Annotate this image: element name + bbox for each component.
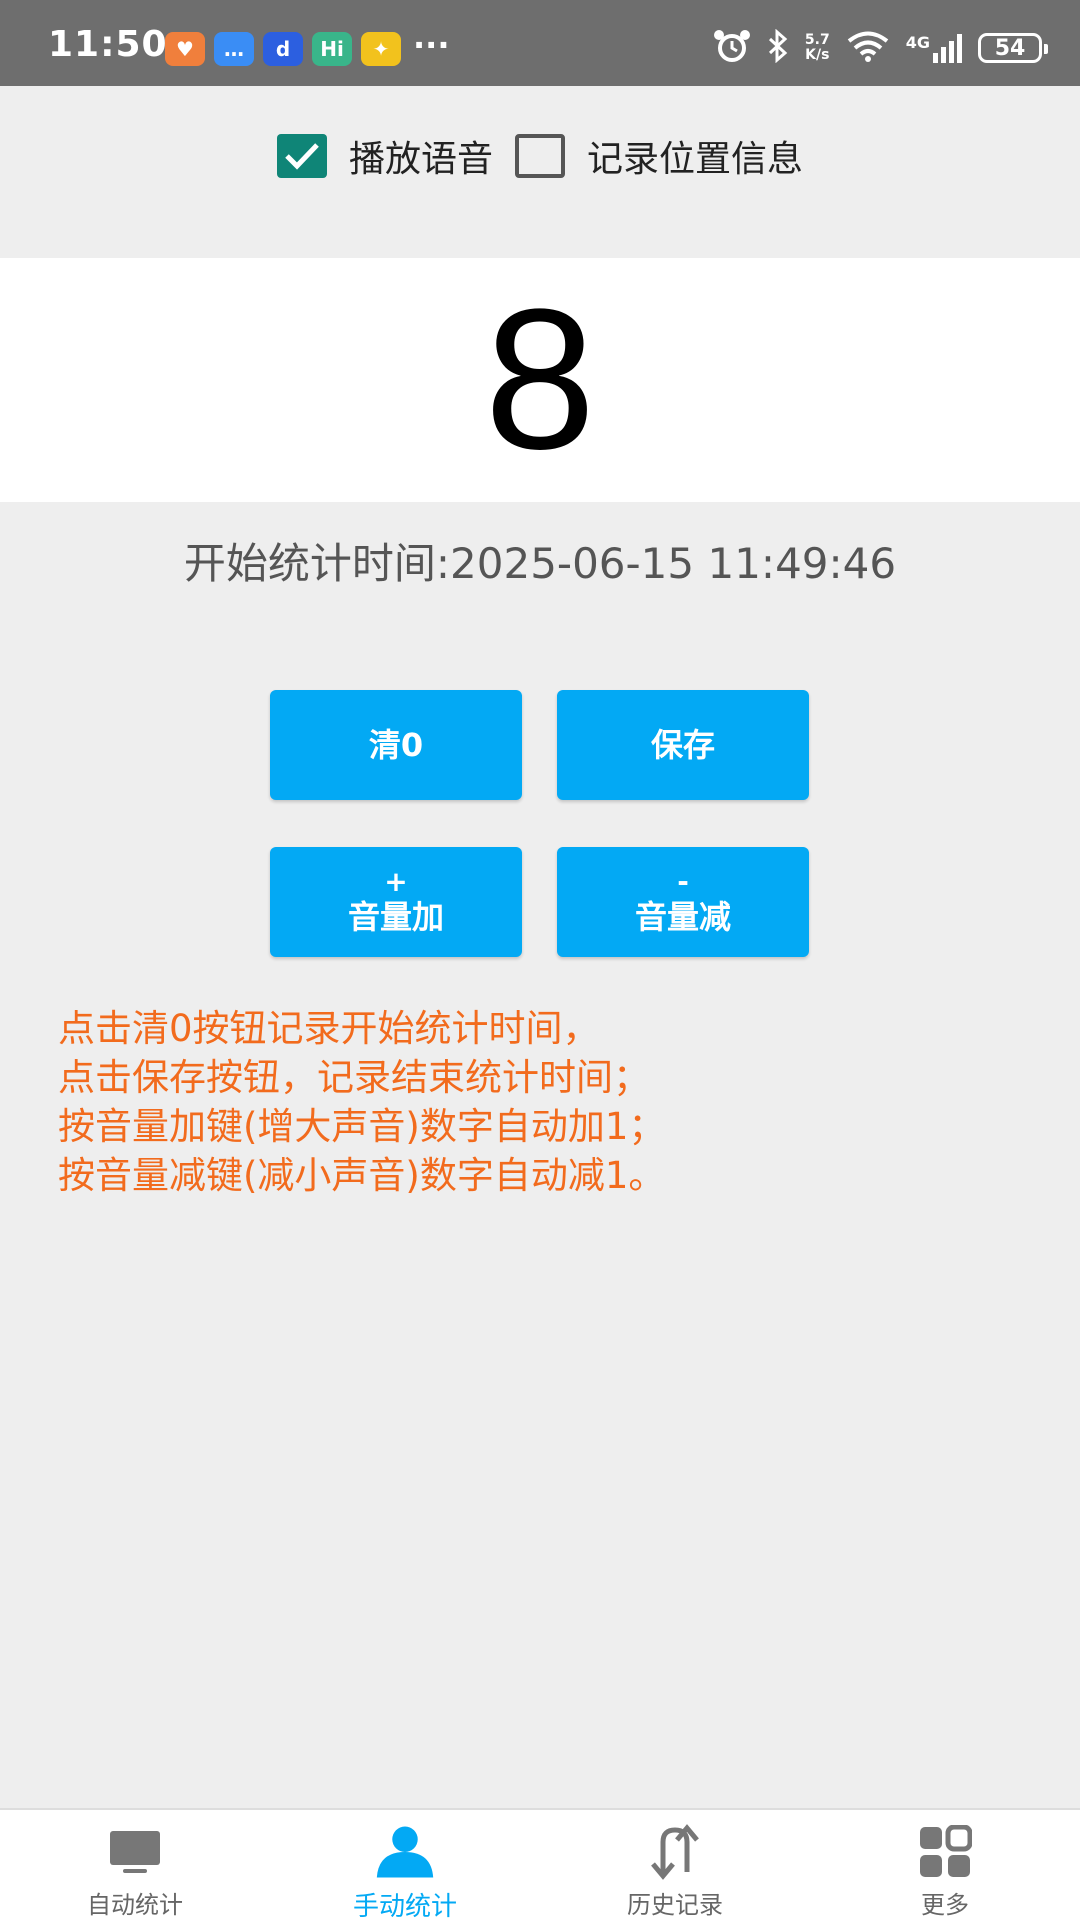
- status-time: 11:50: [48, 24, 168, 65]
- nav-history[interactable]: 历史记录: [540, 1810, 810, 1920]
- network-type: 4G: [905, 33, 930, 52]
- bunny-app-icon: ✦: [361, 32, 401, 66]
- battery-indicator: 54: [978, 33, 1048, 63]
- cell-signal: 4G: [906, 33, 962, 63]
- wifi-icon: [846, 29, 890, 67]
- signal-bars-icon: [933, 34, 962, 63]
- clear-button-label: 清0: [368, 726, 424, 764]
- instruction-line: 点击清0按钮记录开始统计时间，: [58, 1007, 600, 1050]
- record-location-checkbox[interactable]: [515, 134, 565, 178]
- plus-icon: +: [384, 865, 408, 898]
- d-app-icon: d: [263, 32, 303, 66]
- nav-auto-stats[interactable]: 自动统计: [0, 1810, 270, 1920]
- save-button[interactable]: 保存: [557, 690, 809, 800]
- nav-label: 手动统计: [352, 1892, 457, 1920]
- heart-app-icon: ♥: [165, 32, 205, 66]
- bluetooth-icon: [767, 28, 789, 67]
- instructions: 点击清0按钮记录开始统计时间， 点击保存按钮，记录结束统计时间； 按音量加键(增…: [58, 1004, 1038, 1200]
- net-speed-unit: K/s: [805, 47, 830, 63]
- hi-app-icon: Hi: [312, 32, 352, 66]
- volume-down-button[interactable]: - 音量减: [557, 847, 809, 957]
- volume-down-label: 音量减: [634, 898, 731, 936]
- play-voice-label: 播放语音: [348, 139, 493, 180]
- nav-label: 自动统计: [87, 1891, 183, 1919]
- nav-label: 历史记录: [627, 1891, 723, 1919]
- monitor-icon: [105, 1822, 165, 1881]
- options-row: 播放语音 记录位置信息: [0, 86, 1080, 258]
- net-speed: 5.7 K/s: [805, 33, 830, 63]
- play-voice-option[interactable]: 播放语音: [276, 130, 493, 182]
- record-location-label: 记录位置信息: [587, 139, 804, 180]
- clear-button[interactable]: 清0: [270, 690, 522, 800]
- counter-value: 8: [484, 268, 596, 491]
- instruction-line: 按音量减键(减小声音)数字自动减1。: [58, 1154, 666, 1197]
- counter-panel: 8: [0, 258, 1080, 502]
- save-button-label: 保存: [650, 726, 715, 764]
- alarm-icon: [713, 28, 751, 68]
- person-icon: [375, 1822, 435, 1882]
- volume-up-label: 音量加: [347, 898, 444, 936]
- more-notifications-icon: ···: [413, 26, 450, 64]
- chat-app-icon: …: [214, 32, 254, 66]
- bottom-nav: 自动统计 手动统计 历史记录 更多: [0, 1808, 1080, 1920]
- instruction-line: 按音量加键(增大声音)数字自动加1；: [58, 1105, 666, 1148]
- check-icon: [285, 143, 319, 170]
- nav-more[interactable]: 更多: [810, 1810, 1080, 1920]
- grid-icon: [915, 1822, 975, 1881]
- instruction-line: 点击保存按钮，记录结束统计时间；: [58, 1056, 650, 1099]
- minus-icon: -: [677, 865, 689, 898]
- status-bar: 11:50 ♥ … d Hi ✦ ··· 5.7 K/s 4G 54: [0, 0, 1080, 86]
- record-location-option[interactable]: 记录位置信息: [515, 130, 803, 182]
- nav-label: 更多: [921, 1891, 969, 1919]
- volume-up-button[interactable]: + 音量加: [270, 847, 522, 957]
- status-right: 5.7 K/s 4G 54: [713, 28, 1048, 68]
- net-speed-value: 5.7: [804, 32, 830, 48]
- start-time-label: 开始统计时间:2025-06-15 11:49:46: [183, 539, 897, 588]
- play-voice-checkbox[interactable]: [276, 134, 327, 178]
- notification-icons: ♥ … d Hi ✦: [165, 32, 401, 66]
- swap-arrows-icon: [645, 1822, 705, 1881]
- nav-manual-stats[interactable]: 手动统计: [270, 1810, 540, 1920]
